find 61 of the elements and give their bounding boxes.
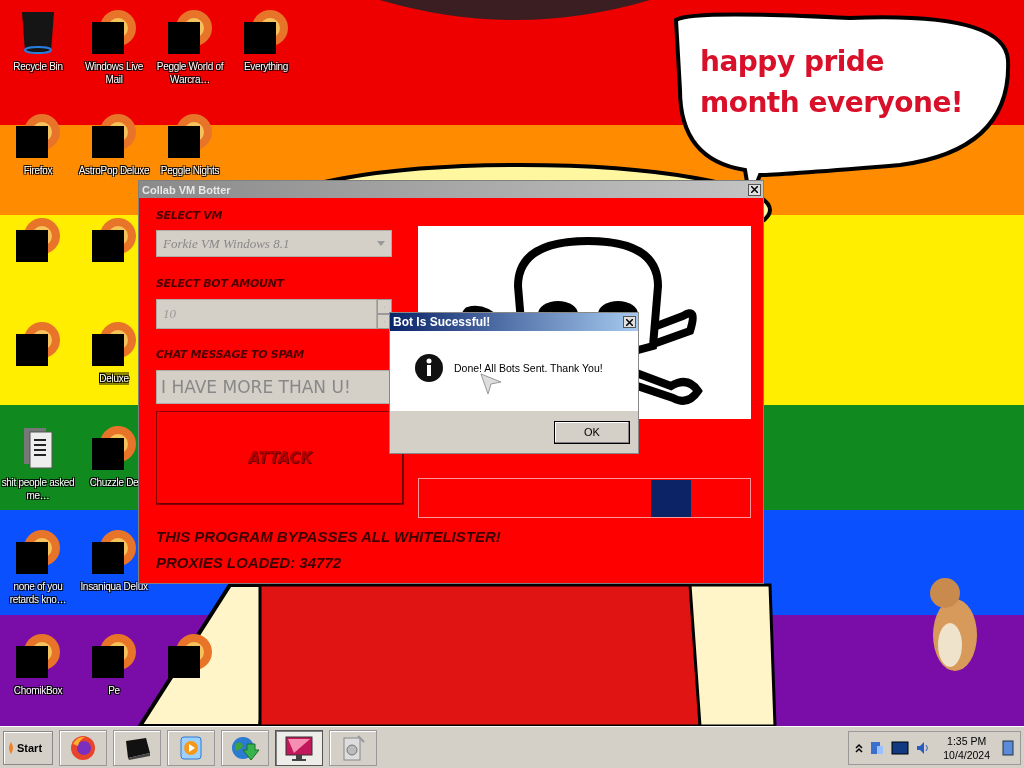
blacked-out-icon [166,112,214,160]
blacked-out-icon [90,528,138,576]
clock-time: 1:35 PM [947,733,987,748]
close-button[interactable] [748,183,761,196]
clock-date: 10/4/2024 [943,747,990,762]
desktop-icon-label[interactable]: Peggle Nights [160,164,220,177]
desktop-icon-label[interactable]: Firefox [23,164,53,177]
desktop-icon-label[interactable]: shit people asked me… [0,476,76,502]
taskbar-button[interactable] [275,729,323,766]
notice-text: THIS PROGRAM BYPASSES ALL WHITELISTER! [156,528,502,545]
blacked-out-icon [14,216,62,264]
blacked-out-icon [166,632,214,680]
blacked-out-icon [90,8,138,56]
disk-cleanup-icon [340,733,366,762]
blacked-out-icon [90,424,138,472]
monitor-icon [284,733,314,762]
desktop-icon-label[interactable]: Pe [108,684,120,697]
cursor-icon [480,373,502,395]
desktop-icon-label[interactable]: Recycle Bin [13,60,63,73]
close-button[interactable] [623,316,636,328]
taskbar-button[interactable] [113,729,161,766]
blacked-out-icon [90,320,138,368]
blacked-out-icon [242,8,290,56]
desktop-icon-label[interactable]: Everything [243,60,289,73]
network-icon[interactable] [869,739,886,756]
display-icon[interactable] [891,740,910,755]
desktop-icon-label[interactable]: Windows Live Mail [76,60,152,86]
firefox-icon [69,733,97,762]
blacked-out-icon [14,528,62,576]
ok-button[interactable]: OK [554,420,630,444]
dialog-title: Bot Is Sucessful! [393,315,491,329]
desktop-icon-label[interactable]: Deluxe [99,372,129,385]
desktop-icon-label[interactable]: Peggle World of Warcra… [152,60,228,86]
desktop-icon-label[interactable]: ChomikBox [13,684,63,697]
dialog-message: Done! All Bots Sent. Thank You! [454,362,603,374]
info-icon [414,353,444,383]
window-title: Collab VM Botter [142,183,231,196]
field-label: CHAT MESSAGE TO SPAM [156,348,305,362]
speech-bubble-text: happy pride month everyone! [700,44,965,121]
message-field[interactable]: I HAVE MORE THAN U! [156,370,392,404]
show-desktop-icon[interactable] [1002,738,1014,757]
taskbar-button[interactable] [59,729,107,766]
proxies-count: PROXIES LOADED: 34772 [156,554,343,571]
chevron-up-icon[interactable] [855,742,864,753]
field-label: SELECT VM [156,209,224,223]
blacked-out-icon [14,632,62,680]
media-player-icon [179,734,203,761]
desktop-icon-label[interactable]: AstroPop Deluxe [78,164,150,177]
blacked-out-icon [14,320,62,368]
field-label: SELECT BOT AMOUNT [156,277,286,291]
blacked-out-icon [166,8,214,56]
vm-dropdown[interactable]: Forkie VM Windows 8.1 [156,230,392,257]
flame-icon [7,741,15,754]
blacked-out-icon [14,112,62,160]
blacked-out-icon [90,112,138,160]
blacked-out-icon [90,216,138,264]
desktop-icon-label[interactable]: Insaniqua Delux [80,580,148,593]
desktop-icon-label[interactable]: none of you retards kno… [0,580,76,606]
start-button[interactable]: Start [3,730,53,765]
desktop-icon-label[interactable]: Chuzzle De [89,476,139,489]
blacked-out-icon [90,632,138,680]
